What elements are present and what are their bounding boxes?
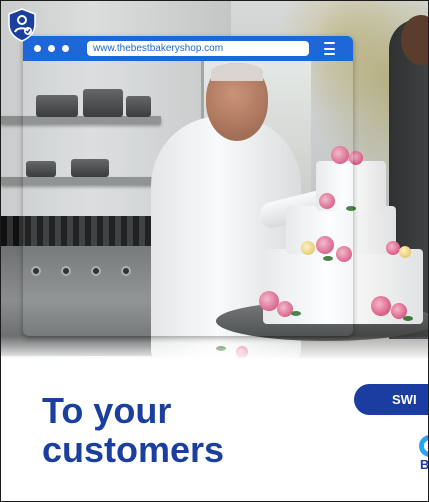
sugar-flower — [386, 241, 400, 255]
hero-fade — [1, 336, 428, 358]
sugar-leaf — [403, 316, 413, 321]
sugar-flower — [399, 246, 411, 258]
sugar-flower — [371, 296, 391, 316]
headline-line-2: customers — [42, 429, 225, 470]
brand-logo-icon — [419, 435, 428, 457]
browser-toolbar: www.thebestbakeryshop.com — [23, 36, 353, 61]
menu-line — [323, 53, 335, 55]
browser-viewport — [23, 61, 353, 336]
shield-check-icon — [8, 8, 36, 42]
window-dot — [62, 45, 69, 52]
switch-pill-button[interactable]: SWI — [354, 384, 428, 415]
window-dot — [48, 45, 55, 52]
address-bar[interactable]: www.thebestbakeryshop.com — [87, 41, 309, 56]
window-dot — [34, 45, 41, 52]
menu-line — [323, 47, 335, 50]
headline: To your customers — [42, 391, 302, 469]
brand-logo-letter: B — [420, 457, 429, 472]
browser-window: www.thebestbakeryshop.com — [23, 36, 353, 336]
menu-line — [323, 42, 335, 44]
ad-card: www.thebestbakeryshop.com To your custom… — [0, 0, 429, 502]
headline-line-1: To your — [42, 390, 172, 431]
hamburger-menu-icon[interactable] — [319, 42, 339, 55]
